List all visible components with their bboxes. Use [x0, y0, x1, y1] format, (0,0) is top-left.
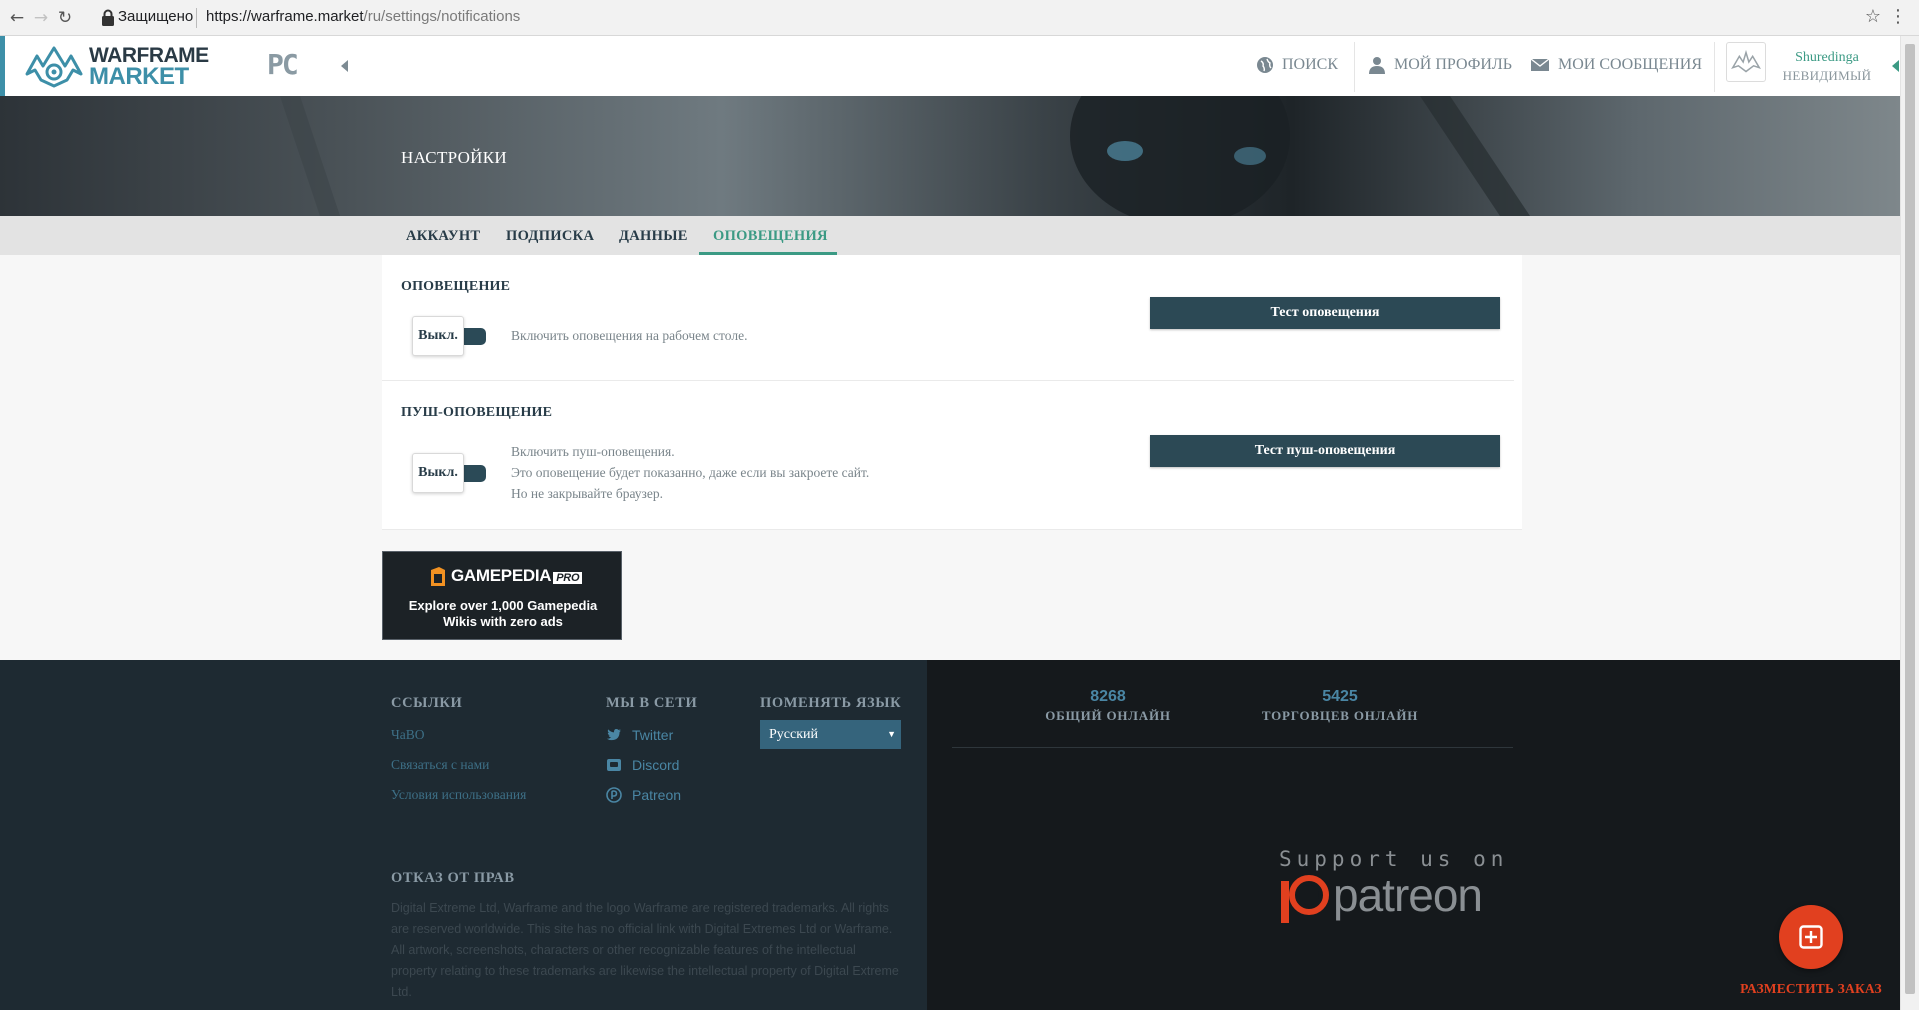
push-description: Включить пуш-оповещения. Это оповещение …: [511, 441, 869, 504]
user-status[interactable]: НЕВИДИМЫЙ: [1782, 68, 1872, 84]
url-host: https://warframe.market: [206, 8, 364, 25]
footer-links-heading: ССЫЛКИ: [391, 695, 463, 711]
footer-twitter-link[interactable]: Twitter: [606, 727, 673, 743]
banner-artwork: [280, 96, 1530, 216]
site-header: WARFRAME MARKET PC ПОИСК МОЙ ПРОФИЛЬ МОИ…: [0, 36, 1900, 96]
platform-caret-icon[interactable]: [341, 60, 348, 72]
toggle-knob-label: Выкл.: [412, 453, 464, 493]
gamepedia-logo-icon: [431, 567, 445, 586]
logo-line-2: MARKET: [89, 63, 189, 90]
nav-search[interactable]: ПОИСК: [1256, 56, 1338, 74]
user-icon: [1369, 57, 1385, 74]
footer-disclaimer-text: Digital Extreme Ltd, Warframe and the lo…: [391, 901, 899, 999]
avatar-warframe-icon: [1731, 49, 1761, 73]
test-notification-button[interactable]: Тест оповещения: [1150, 297, 1500, 329]
page-banner: НАСТРОЙКИ: [0, 96, 1900, 216]
scrollbar-thumb[interactable]: [1905, 44, 1915, 994]
address-bar[interactable]: https://warframe.market/ru/settings/noti…: [206, 8, 520, 25]
footer-patreon-link[interactable]: Patreon: [606, 787, 681, 803]
push-description-line: Но не закрывайте браузер.: [511, 486, 663, 501]
chevron-down-icon: ▼: [887, 729, 896, 739]
nav-my-profile[interactable]: МОЙ ПРОФИЛЬ: [1368, 56, 1512, 74]
discord-icon: [607, 759, 621, 771]
gamepedia-brand-name: GAMEPEDIA: [451, 566, 552, 585]
footer-social-heading: МЫ В СЕТИ: [606, 695, 698, 711]
tab-account[interactable]: АККАУНТ: [406, 228, 480, 245]
tab-notifications[interactable]: ОПОВЕЩЕНИЯ: [713, 228, 828, 245]
gamepedia-pro-badge: PRO: [553, 572, 583, 584]
place-order-button[interactable]: [1779, 905, 1843, 969]
language-select[interactable]: Русский ▼: [760, 720, 901, 749]
footer-link-terms[interactable]: Условия использования: [391, 787, 526, 803]
secure-label: Защищено: [118, 8, 194, 25]
gamepedia-brand: GAMEPEDIA PRO: [451, 566, 583, 586]
avatar[interactable]: [1726, 42, 1766, 82]
test-push-notification-button[interactable]: Тест пуш-оповещения: [1150, 435, 1500, 467]
ad-line-2: Wikis with zero ads: [443, 614, 563, 629]
nav-my-messages-label: МОИ СООБЩЕНИЯ: [1558, 56, 1702, 73]
toggle-knob-label: Выкл.: [412, 316, 464, 356]
traders-online-count: 5425: [1322, 688, 1358, 705]
gamepedia-ad[interactable]: GAMEPEDIA PRO Explore over 1,000 Gamepedi…: [382, 551, 622, 640]
browser-toolbar: ← → ↻ Защищено https://warframe.market/r…: [0, 0, 1919, 36]
footer-twitter-label: Twitter: [632, 727, 674, 743]
bookmark-star-icon[interactable]: ☆: [1865, 6, 1881, 27]
patreon-icon: [606, 787, 622, 803]
push-description-line: Это оповещение будет показанно, даже есл…: [511, 465, 870, 480]
reload-icon[interactable]: ↻: [54, 7, 76, 29]
footer-language-heading: ПОМЕНЯТЬ ЯЗЫК: [760, 695, 902, 711]
lock-icon: [102, 9, 114, 26]
footer-link-contact[interactable]: Связаться с нами: [391, 757, 489, 773]
back-arrow-icon[interactable]: ←: [6, 7, 28, 29]
settings-tabs: АККАУНТ ПОДПИСКА ДАННЫЕ ОПОВЕЩЕНИЯ: [0, 216, 1900, 255]
plus-square-icon: [1799, 925, 1823, 949]
footer-discord-link[interactable]: Discord: [606, 757, 679, 773]
traders-online-label: ТОРГОВЦЕВ ОНЛАЙН: [1261, 708, 1419, 723]
header-divider: [1354, 42, 1355, 92]
browser-menu-icon[interactable]: ⋮: [1889, 6, 1907, 27]
push-description-line: Включить пуш-оповещения.: [511, 444, 675, 459]
push-section-title: ПУШ-ОПОВЕЩЕНИЕ: [401, 405, 553, 420]
notification-section-title: ОПОВЕЩЕНИЕ: [401, 279, 511, 294]
section-divider: [382, 380, 1514, 381]
warframe-logo-icon[interactable]: [23, 44, 85, 90]
tab-data[interactable]: ДАННЫЕ: [619, 228, 688, 245]
footer-link-faq[interactable]: ЧаВО: [391, 727, 425, 743]
twitter-icon: [606, 729, 621, 741]
envelope-icon: [1530, 58, 1550, 71]
footer-discord-label: Discord: [632, 757, 680, 773]
notification-description: Включить оповещения на рабочем столе.: [511, 328, 748, 343]
url-separator: [196, 8, 197, 28]
desktop-notification-toggle[interactable]: Выкл.: [412, 316, 488, 356]
ad-line-1: Explore over 1,000 Gamepedia: [408, 598, 598, 613]
platform-selector[interactable]: PC: [267, 48, 299, 81]
total-online-count: 8268: [1090, 688, 1126, 705]
username[interactable]: Shuredinga: [1782, 50, 1872, 66]
header-divider: [1714, 42, 1715, 92]
site-logo-text[interactable]: WARFRAME MARKET: [89, 45, 209, 90]
nav-my-profile-label: МОЙ ПРОФИЛЬ: [1394, 56, 1512, 73]
page: ← → ↻ Защищено https://warframe.market/r…: [0, 0, 1919, 1010]
patreon-wordmark[interactable]: patreon: [1333, 868, 1483, 922]
language-selected-value: Русский: [769, 727, 818, 742]
globe-icon: [1257, 57, 1273, 73]
ad-message: Explore over 1,000 Gamepedia Wikis with …: [383, 598, 623, 630]
nav-my-messages[interactable]: МОИ СООБЩЕНИЯ: [1530, 56, 1702, 74]
stats-divider: [952, 747, 1513, 748]
page-scrollbar[interactable]: [1900, 36, 1919, 1010]
patreon-logo-icon[interactable]: [1279, 873, 1329, 925]
page-title: НАСТРОЙКИ: [401, 148, 507, 167]
url-path: /ru/settings/notifications: [363, 8, 521, 25]
forward-arrow-icon[interactable]: →: [30, 7, 52, 29]
nav-search-label: ПОИСК: [1282, 56, 1339, 73]
footer-disclaimer-heading: ОТКАЗ ОТ ПРАВ: [391, 870, 515, 886]
place-order-label[interactable]: РАЗМЕСТИТЬ ЗАКАЗ: [1740, 981, 1882, 997]
total-online-label: ОБЩИЙ ОНЛАЙН: [1045, 708, 1171, 723]
push-notification-toggle[interactable]: Выкл.: [412, 453, 488, 493]
user-menu-caret-icon[interactable]: [1892, 60, 1899, 72]
footer-patreon-label: Patreon: [632, 787, 682, 803]
tab-subscription[interactable]: ПОДПИСКА: [506, 228, 594, 245]
